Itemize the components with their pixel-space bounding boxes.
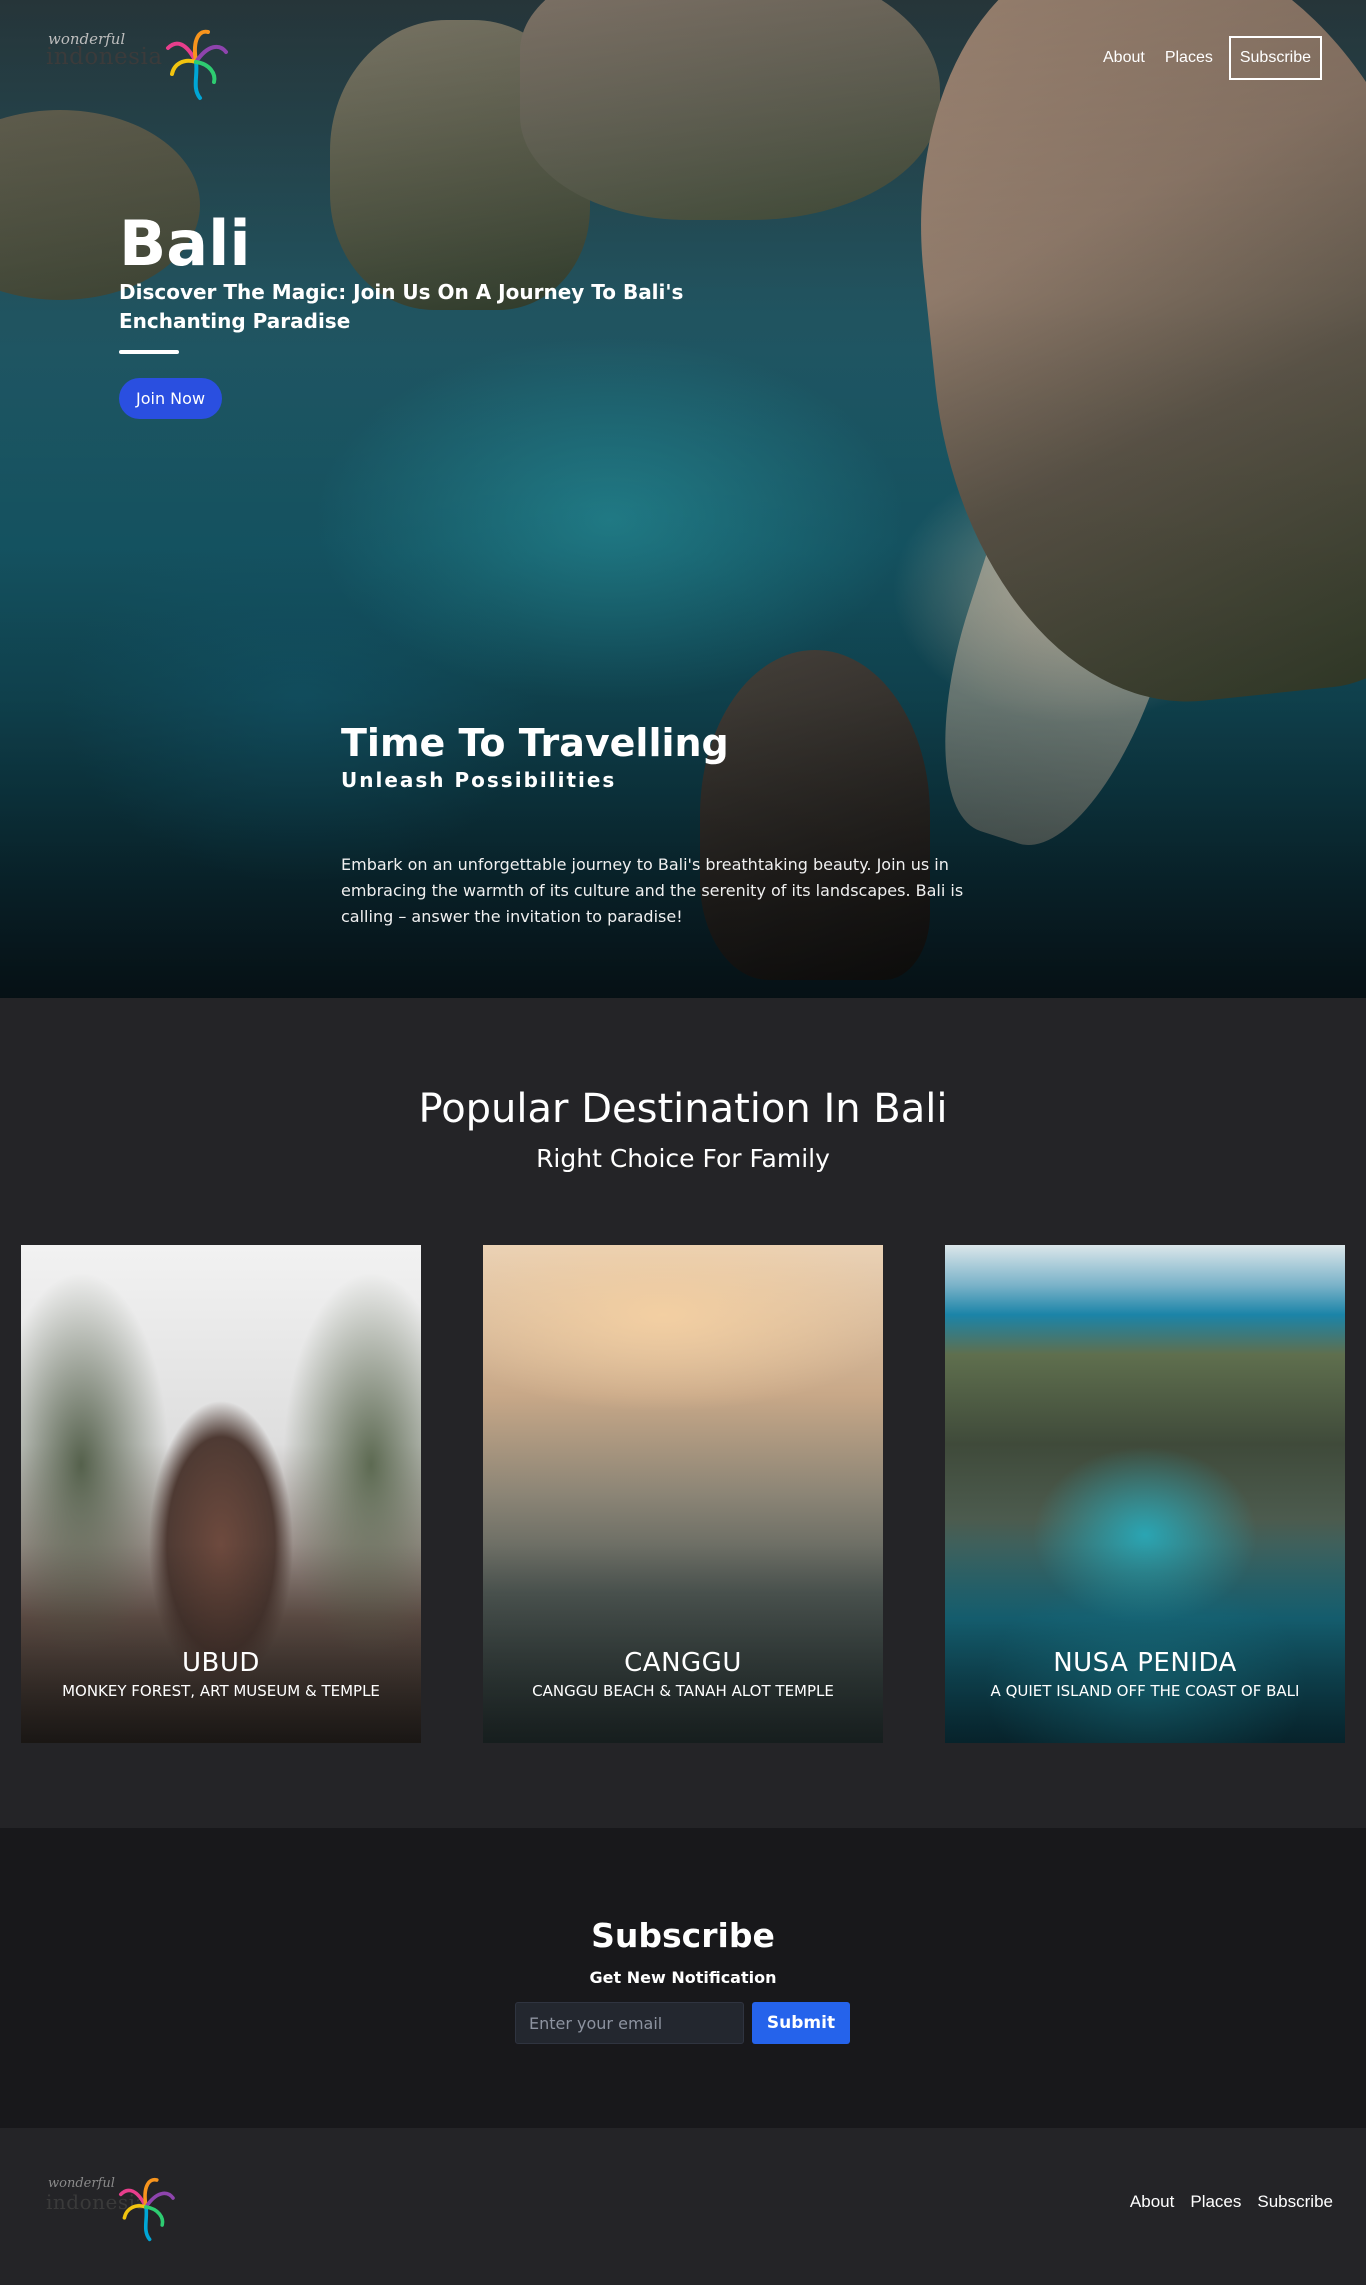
- hero-section: wonderful indonesia About Places Subscri…: [0, 0, 1366, 998]
- subscribe-form: Submit: [515, 2002, 850, 2044]
- popular-subtitle: Right Choice For Family: [536, 1144, 830, 1173]
- destination-cards: UBUD MONKEY FOREST, ART MUSEUM & TEMPLE …: [21, 1245, 1345, 1743]
- travel-description: Embark on an unforgettable journey to Ba…: [341, 855, 964, 926]
- popular-title: Popular Destination In Bali: [418, 1086, 948, 1132]
- garuda-logo-icon: [119, 2177, 175, 2242]
- brand-logo[interactable]: wonderful indonesia: [46, 26, 246, 100]
- hero-subtitle: Discover The Magic: Join Us On A Journey…: [119, 280, 684, 333]
- footer-places-link[interactable]: Places: [1190, 2192, 1241, 2212]
- footer-logo[interactable]: wonderful indonesia: [46, 2168, 186, 2248]
- submit-button[interactable]: Submit: [752, 2002, 850, 2044]
- hero-title: Bali: [119, 207, 251, 280]
- subscribe-subtitle: Get New Notification: [589, 1968, 777, 1987]
- card-title: NUSA PENIDA: [1053, 1648, 1237, 1678]
- card-description: A QUIET ISLAND OFF THE COAST OF BALI: [990, 1682, 1300, 1700]
- top-nav: wonderful indonesia About Places Subscri…: [0, 0, 1366, 120]
- card-description: MONKEY FOREST, ART MUSEUM & TEMPLE: [62, 1682, 380, 1700]
- travel-title: Time To Travelling: [341, 721, 729, 765]
- destination-card-nusa-penida[interactable]: NUSA PENIDA A QUIET ISLAND OFF THE COAST…: [945, 1245, 1345, 1743]
- footer-about-link[interactable]: About: [1130, 2192, 1174, 2212]
- garuda-logo-icon: [166, 29, 228, 100]
- nav-subscribe-button[interactable]: Subscribe: [1228, 36, 1322, 80]
- nav-places-link[interactable]: Places: [1161, 43, 1217, 73]
- hero-divider: [119, 350, 179, 354]
- card-title: UBUD: [182, 1648, 260, 1678]
- travel-subtitle: Unleash Possibilities: [341, 768, 617, 792]
- subscribe-section: Subscribe Get New Notification Submit: [0, 1828, 1366, 2128]
- destination-card-ubud[interactable]: UBUD MONKEY FOREST, ART MUSEUM & TEMPLE: [21, 1245, 421, 1743]
- hero-about-block: Time To Travelling Unleash Possibilities…: [341, 720, 1021, 930]
- nav-links: About Places Subscribe: [1099, 36, 1322, 80]
- email-input[interactable]: [515, 2002, 744, 2044]
- card-title: CANGGU: [624, 1648, 742, 1678]
- footer-links: About Places Subscribe: [1130, 2192, 1333, 2212]
- nav-about-link[interactable]: About: [1099, 43, 1149, 73]
- footer-subscribe-link[interactable]: Subscribe: [1257, 2192, 1333, 2212]
- hero-intro: Bali Discover The Magic: Join Us On A Jo…: [119, 210, 719, 419]
- subscribe-title: Subscribe: [591, 1916, 775, 1955]
- card-description: CANGGU BEACH & TANAH ALOT TEMPLE: [532, 1682, 834, 1700]
- footer: wonderful indonesia About Places Subscri…: [0, 2128, 1366, 2285]
- popular-section: Popular Destination In Bali Right Choice…: [0, 998, 1366, 1828]
- logo-big-text: indonesia: [46, 44, 163, 70]
- destination-card-canggu[interactable]: CANGGU CANGGU BEACH & TANAH ALOT TEMPLE: [483, 1245, 883, 1743]
- logo-small-text: wonderful: [48, 2176, 115, 2191]
- join-now-button[interactable]: Join Now: [119, 378, 223, 419]
